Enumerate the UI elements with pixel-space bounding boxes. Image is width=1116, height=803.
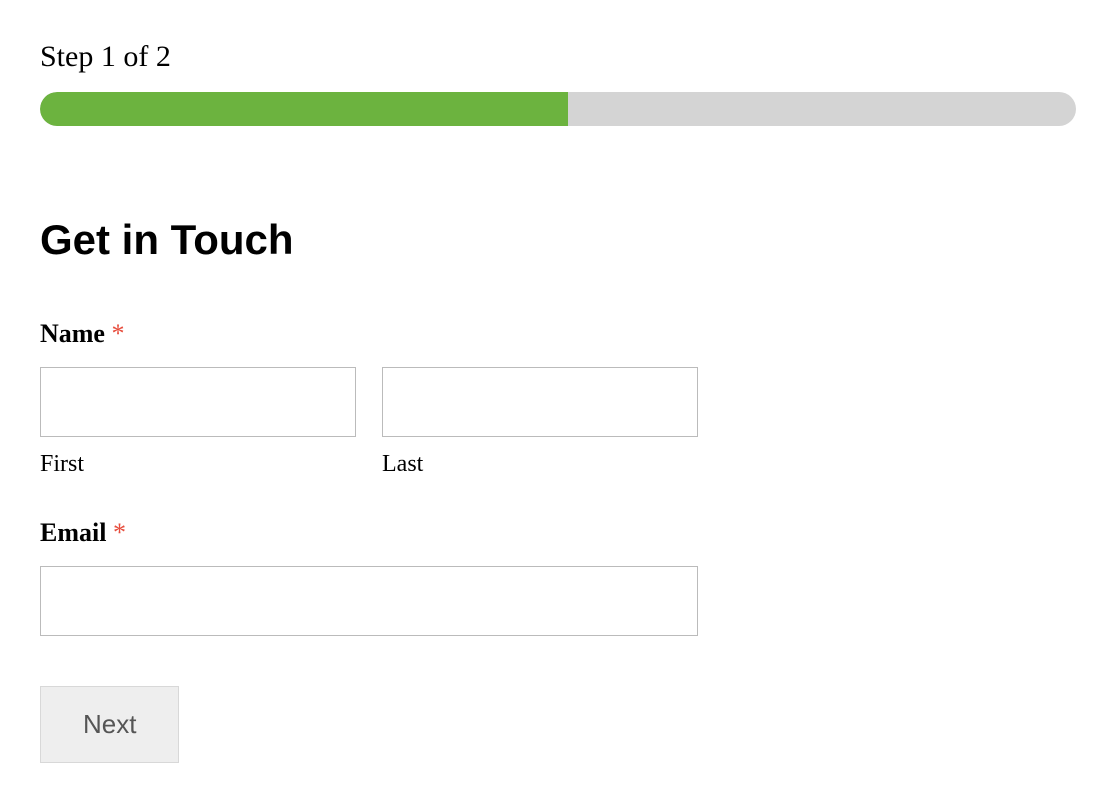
name-required-marker: * (111, 319, 124, 348)
next-button[interactable]: Next (40, 686, 179, 763)
progress-bar (40, 92, 1076, 126)
first-name-input[interactable] (40, 367, 356, 437)
step-indicator: Step 1 of 2 (40, 40, 1076, 74)
last-name-sublabel: Last (382, 451, 698, 478)
first-name-col: First (40, 367, 356, 478)
progress-fill (40, 92, 568, 126)
email-required-marker: * (113, 518, 126, 547)
first-name-sublabel: First (40, 451, 356, 478)
name-row: First Last (40, 367, 1076, 478)
email-field-group: Email * (40, 518, 1076, 636)
email-input[interactable] (40, 566, 698, 636)
name-label: Name * (40, 319, 1076, 349)
name-field-group: Name * First Last (40, 319, 1076, 478)
form-title: Get in Touch (40, 216, 1076, 264)
email-label-text: Email (40, 518, 106, 547)
name-label-text: Name (40, 319, 105, 348)
last-name-input[interactable] (382, 367, 698, 437)
email-label: Email * (40, 518, 1076, 548)
last-name-col: Last (382, 367, 698, 478)
